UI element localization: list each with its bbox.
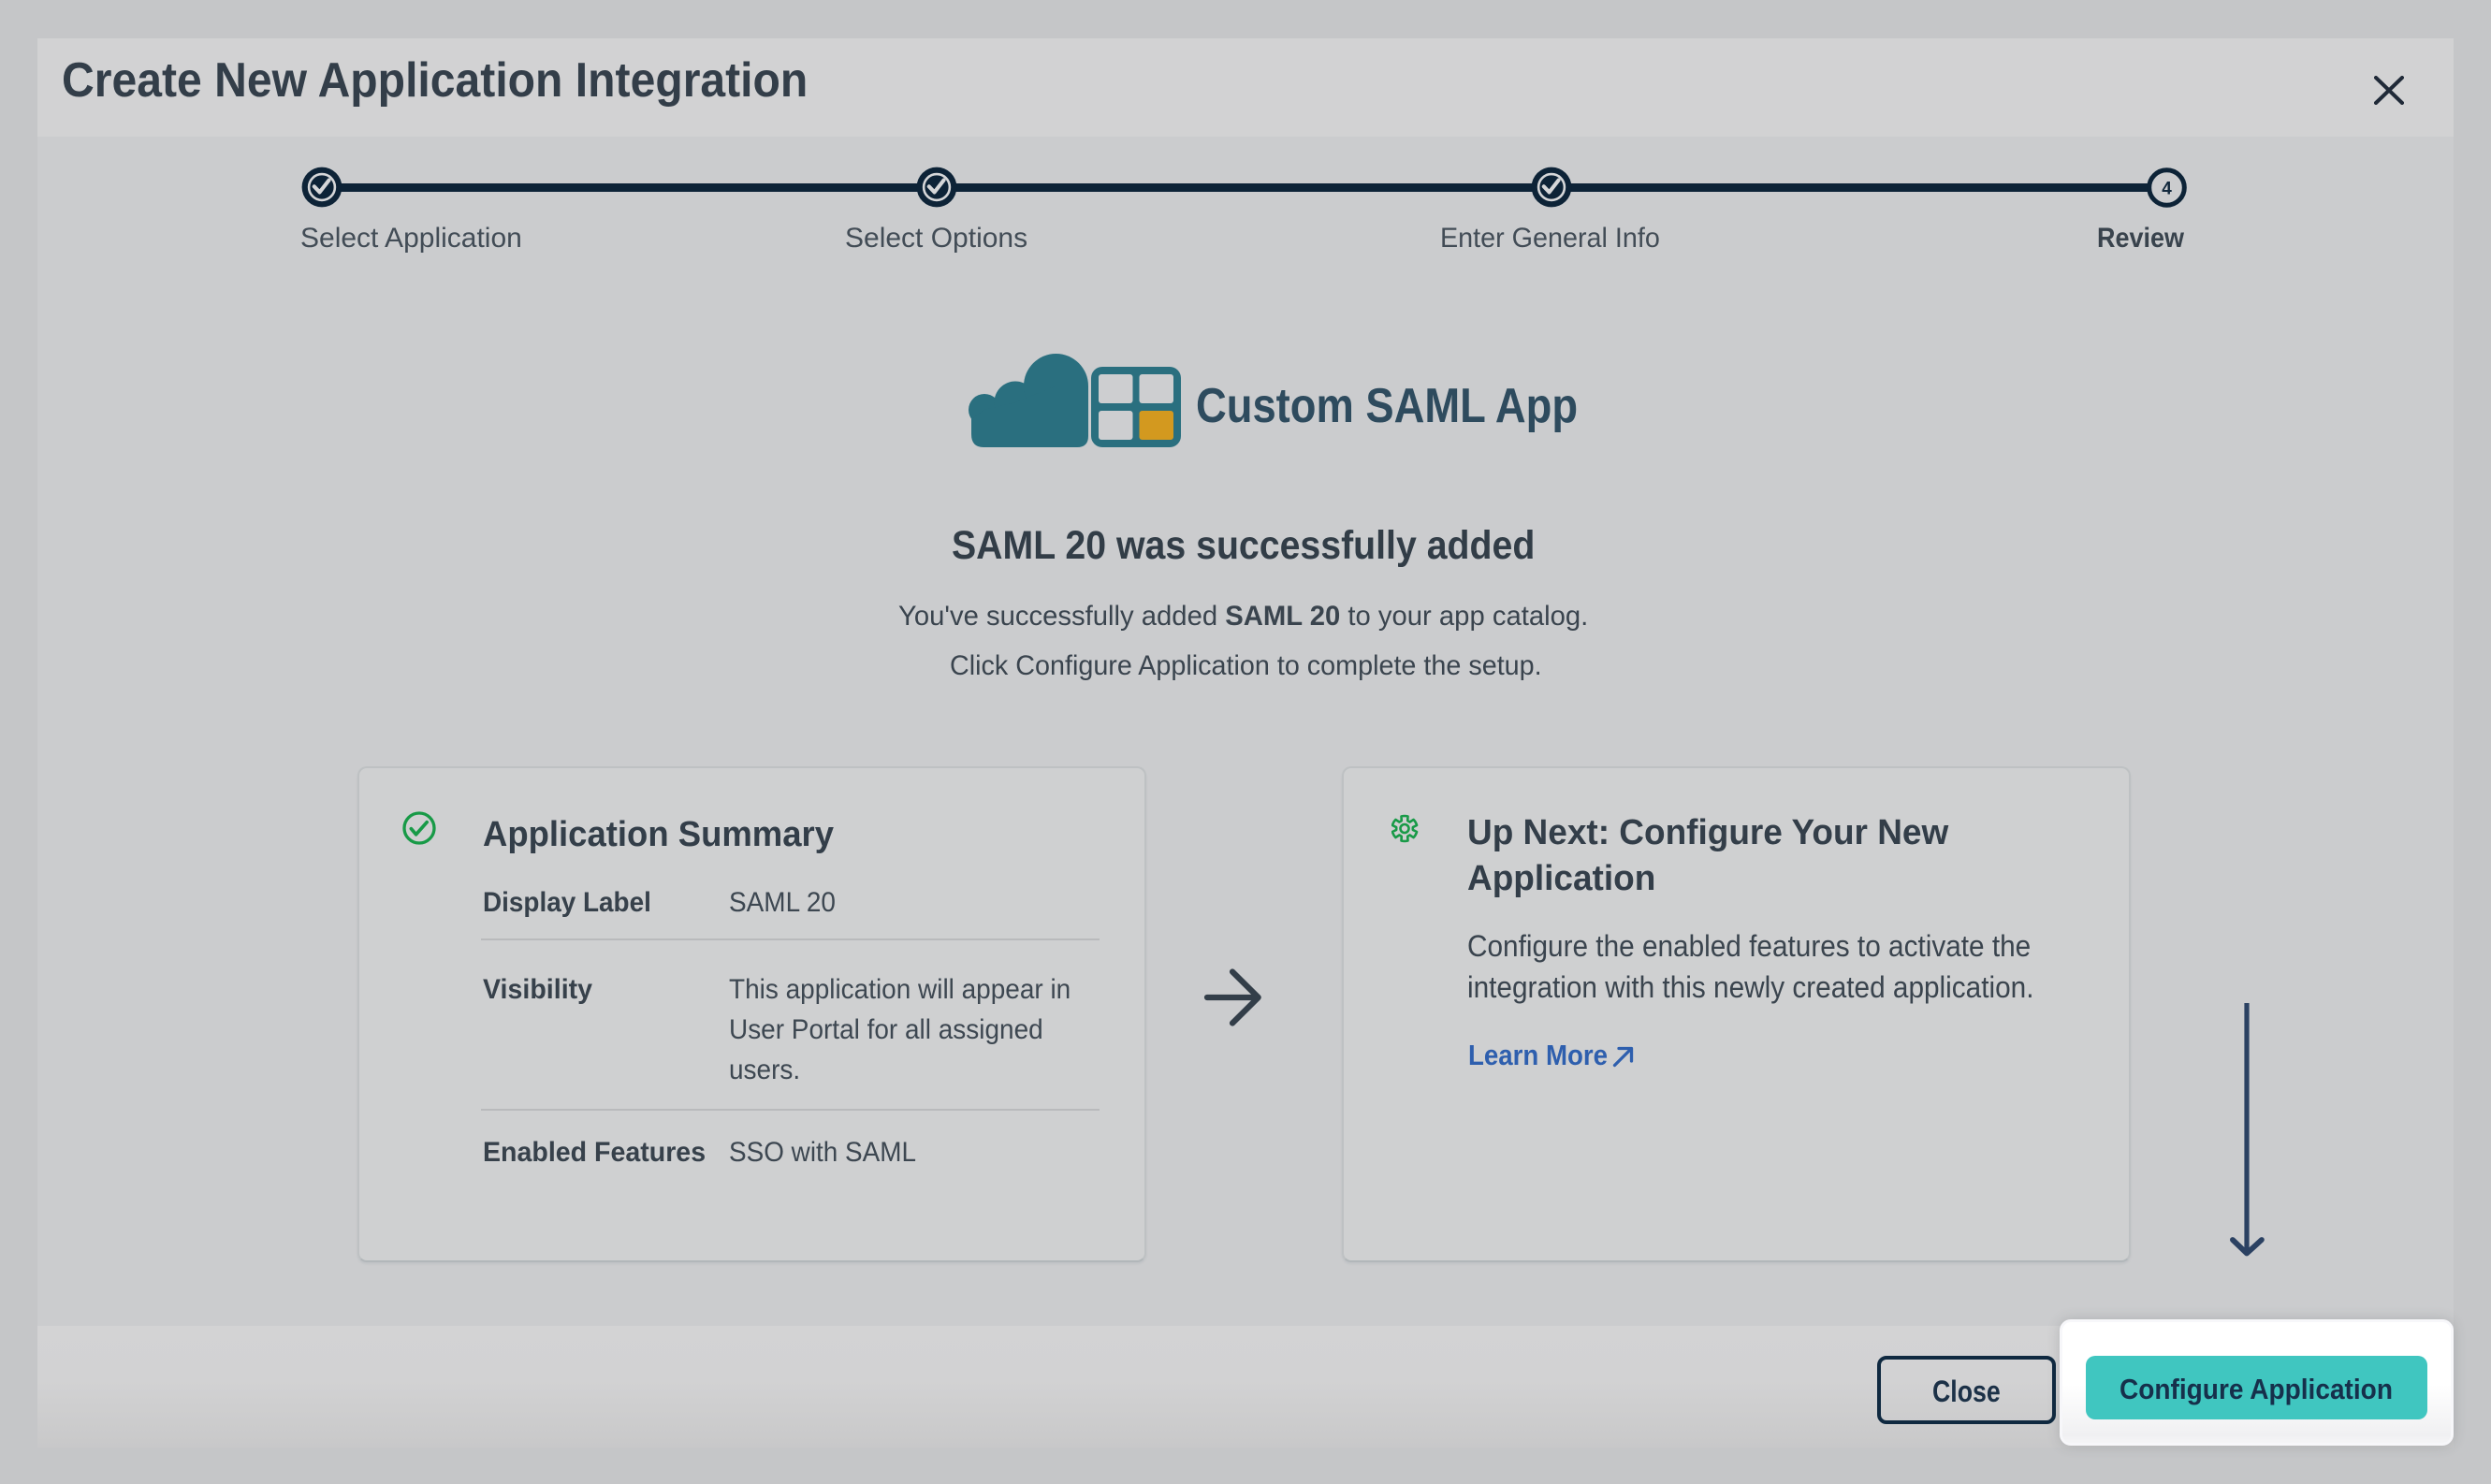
svg-text:4: 4 (2162, 180, 2172, 199)
